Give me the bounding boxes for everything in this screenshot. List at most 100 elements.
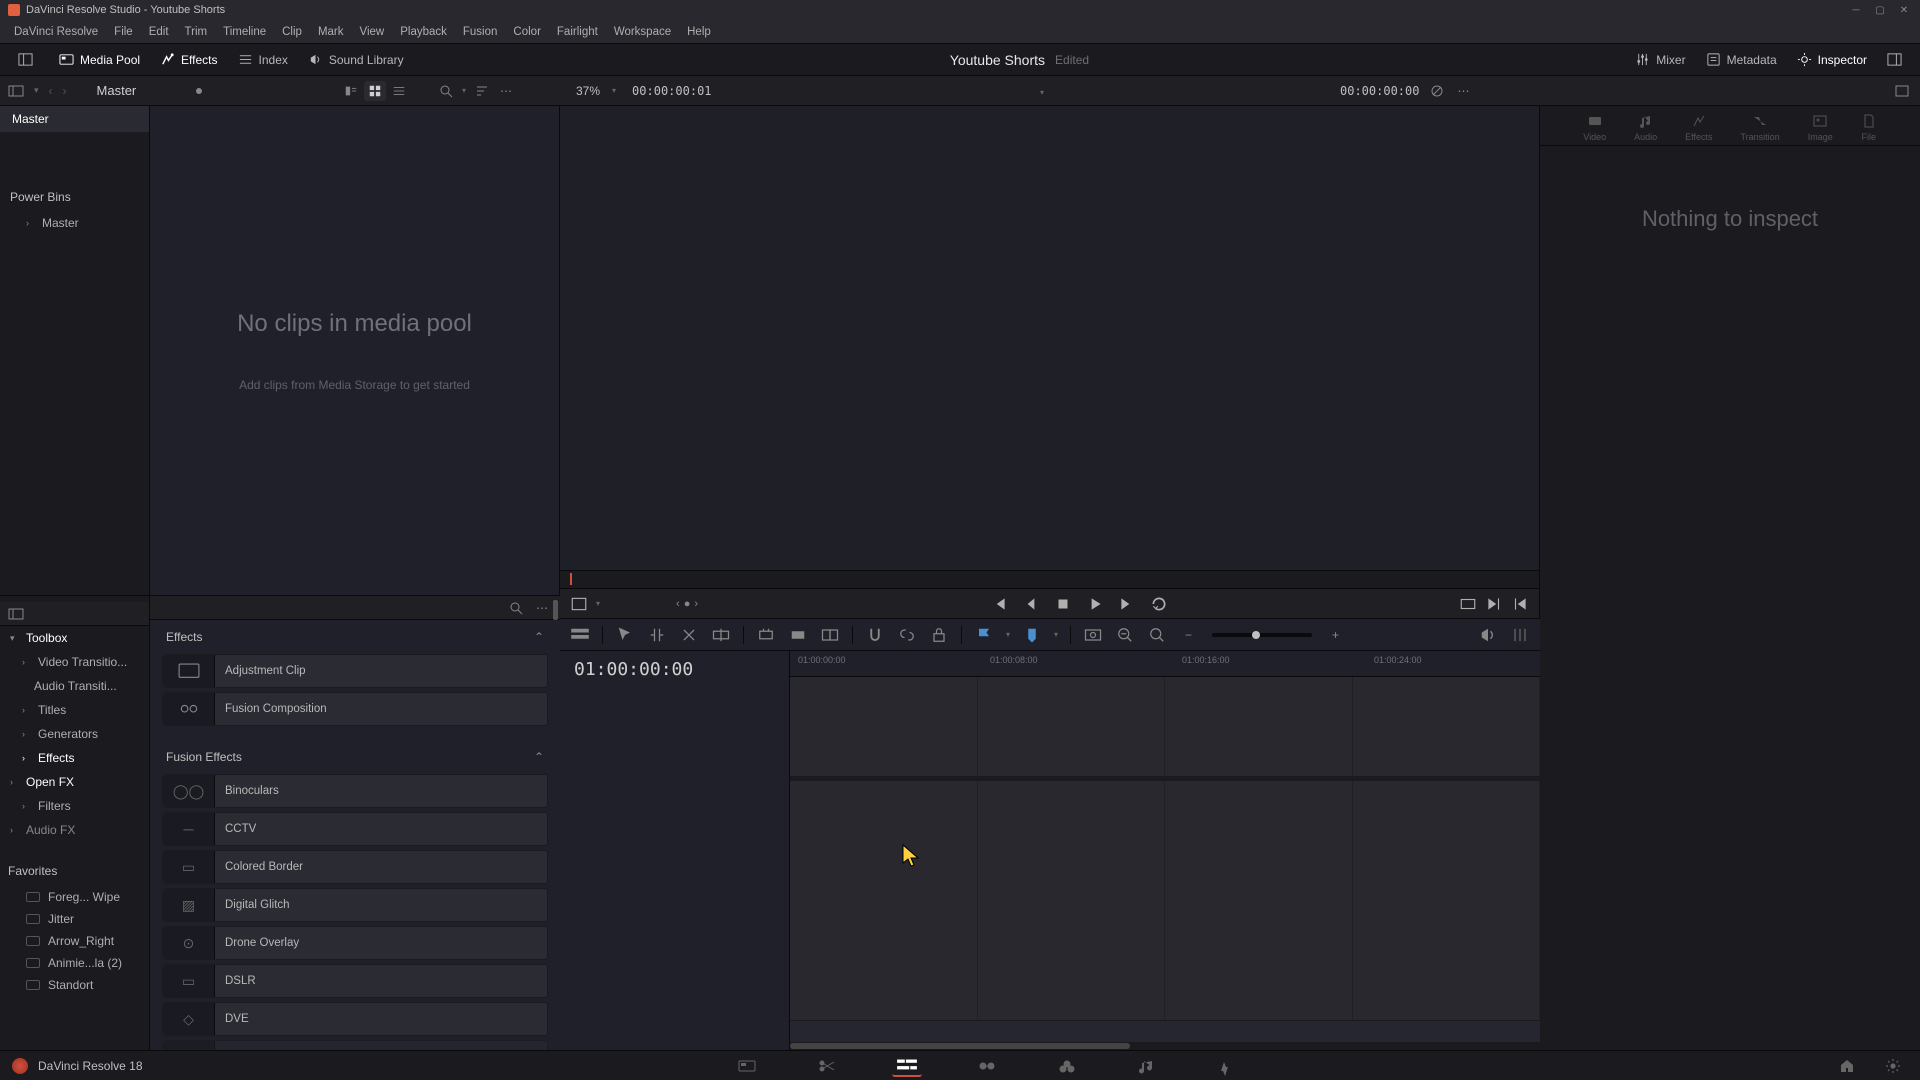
cat-toolbox[interactable]: ▾Toolbox	[0, 626, 149, 650]
bin-path[interactable]: Master	[97, 83, 137, 98]
effect-cctv[interactable]: ─CCTV	[162, 812, 548, 846]
cat-openfx[interactable]: ›Open FX	[0, 770, 149, 794]
lock-button[interactable]	[929, 625, 949, 645]
fav-item-1[interactable]: Jitter	[0, 908, 149, 930]
page-media[interactable]	[732, 1055, 762, 1077]
timeline-options-icon[interactable]	[1510, 625, 1530, 645]
inspector-tab-image[interactable]: Image	[1808, 113, 1833, 142]
zoom-fit-button[interactable]	[1083, 625, 1103, 645]
expand-icon[interactable]	[1894, 83, 1910, 99]
video-track[interactable]	[790, 677, 1540, 777]
index-button[interactable]: Index	[230, 48, 296, 71]
fav-item-3[interactable]: Animie...la (2)	[0, 952, 149, 974]
mixer-button[interactable]: Mixer	[1627, 48, 1693, 71]
cat-effects[interactable]: ›Effects	[0, 746, 149, 770]
mute-button[interactable]	[1478, 625, 1498, 645]
next-edit-icon[interactable]: ›	[694, 598, 698, 610]
effects-panel-toggle-icon[interactable]	[8, 606, 24, 622]
play-button[interactable]	[1086, 595, 1104, 613]
power-bin-master[interactable]: ›Master	[0, 212, 149, 234]
menu-edit[interactable]: Edit	[141, 26, 177, 38]
close-button[interactable]: ✕	[1896, 2, 1912, 18]
zoom-detail-button[interactable]	[1115, 625, 1135, 645]
effect-fusion-composition[interactable]: Fusion Composition	[162, 692, 548, 726]
cat-video-transitions[interactable]: ›Video Transitio...	[0, 650, 149, 674]
cat-titles[interactable]: ›Titles	[0, 698, 149, 722]
bin-master[interactable]: Master	[0, 106, 149, 132]
view-thumbnail-button[interactable]	[364, 81, 386, 101]
menu-view[interactable]: View	[352, 26, 393, 38]
flag-button[interactable]	[974, 625, 994, 645]
sidebar-toggle-icon[interactable]	[8, 83, 24, 99]
inspector-tab-transition[interactable]: Transition	[1741, 113, 1780, 142]
trim-tool[interactable]	[647, 625, 667, 645]
zoom-slider[interactable]	[1212, 633, 1312, 637]
inspector-tab-file[interactable]: File	[1861, 113, 1877, 142]
step-back-button[interactable]	[1022, 595, 1040, 613]
viewer-options-icon[interactable]: ⋯	[1455, 83, 1471, 99]
cat-generators[interactable]: ›Generators	[0, 722, 149, 746]
overwrite-button[interactable]	[1511, 595, 1529, 613]
page-deliver[interactable]	[1212, 1055, 1242, 1077]
viewer-tc-left[interactable]: 00:00:00:01	[632, 84, 711, 98]
menu-workspace[interactable]: Workspace	[606, 26, 679, 38]
audio-track[interactable]	[790, 781, 1540, 1021]
bypass-icon[interactable]	[1429, 83, 1445, 99]
inspector-tab-effects[interactable]: Effects	[1685, 113, 1712, 142]
timeline-timecode[interactable]: 01:00:00:00	[560, 651, 789, 688]
page-fusion[interactable]	[972, 1055, 1002, 1077]
effects-group-2[interactable]: Fusion Effects⌃	[162, 744, 548, 770]
menu-playback[interactable]: Playback	[392, 26, 455, 38]
effects-group-1[interactable]: Effects⌃	[162, 624, 548, 650]
overwrite-clip-button[interactable]	[788, 625, 808, 645]
effects-search-icon[interactable]	[508, 600, 524, 616]
menu-timeline[interactable]: Timeline	[215, 26, 274, 38]
loop-button[interactable]	[1150, 595, 1168, 613]
page-cut[interactable]	[812, 1055, 842, 1077]
viewer-zoom[interactable]: 37%	[576, 84, 600, 98]
go-end-button[interactable]	[1118, 595, 1136, 613]
snap-button[interactable]	[865, 625, 885, 645]
fav-item-2[interactable]: Arrow_Right	[0, 930, 149, 952]
link-button[interactable]	[897, 625, 917, 645]
zoom-in-button[interactable]: +	[1332, 628, 1339, 642]
layout-toggle-button[interactable]	[10, 48, 41, 71]
viewer-tc-right[interactable]: 00:00:00:00	[1340, 84, 1419, 98]
timeline-tracks[interactable]: 01:00:00:00 01:00:08:00 01:00:16:00 01:0…	[790, 651, 1540, 1050]
menu-color[interactable]: Color	[505, 26, 548, 38]
sort-icon[interactable]	[474, 83, 490, 99]
fav-item-4[interactable]: Standort	[0, 974, 149, 996]
insert-button[interactable]	[1485, 595, 1503, 613]
home-button[interactable]	[1832, 1055, 1862, 1077]
inspector-tab-audio[interactable]: Audio	[1634, 113, 1657, 142]
prev-edit-icon[interactable]: ‹	[676, 598, 680, 610]
menu-file[interactable]: File	[106, 26, 141, 38]
zoom-out-button[interactable]: −	[1185, 628, 1192, 642]
inspector-tab-video[interactable]: Video	[1583, 113, 1606, 142]
power-bins-header[interactable]: Power Bins	[0, 182, 149, 212]
effect-dve[interactable]: ◇DVE	[162, 1002, 548, 1036]
minimize-button[interactable]: ─	[1848, 2, 1864, 18]
effect-dslr[interactable]: ▭DSLR	[162, 964, 548, 998]
effect-drone-overlay[interactable]: ⊙Drone Overlay	[162, 926, 548, 960]
timeline-ruler[interactable]: 01:00:00:00 01:00:08:00 01:00:16:00 01:0…	[790, 651, 1540, 677]
dynamic-trim-tool[interactable]	[679, 625, 699, 645]
effect-night-vision[interactable]: ◉Night Vision	[162, 1040, 548, 1050]
menu-help[interactable]: Help	[679, 26, 719, 38]
effects-options-icon[interactable]: ⋯	[534, 600, 550, 616]
safe-area-button[interactable]	[570, 595, 588, 613]
effect-adjustment-clip[interactable]: Adjustment Clip	[162, 654, 548, 688]
inspector-button[interactable]: Inspector	[1789, 48, 1875, 71]
page-color[interactable]	[1052, 1055, 1082, 1077]
cat-filters[interactable]: ›Filters	[0, 794, 149, 818]
insert-clip-button[interactable]	[756, 625, 776, 645]
effect-binoculars[interactable]: ◯◯Binoculars	[162, 774, 548, 808]
fav-item-0[interactable]: Foreg... Wipe	[0, 886, 149, 908]
media-pool-button[interactable]: Media Pool	[51, 48, 148, 71]
playhead-icon[interactable]	[570, 573, 572, 585]
effects-scrollbar[interactable]	[553, 596, 558, 1050]
menu-clip[interactable]: Clip	[274, 26, 310, 38]
maximize-button[interactable]: ▢	[1872, 2, 1888, 18]
settings-button[interactable]	[1878, 1055, 1908, 1077]
stop-button[interactable]	[1054, 595, 1072, 613]
